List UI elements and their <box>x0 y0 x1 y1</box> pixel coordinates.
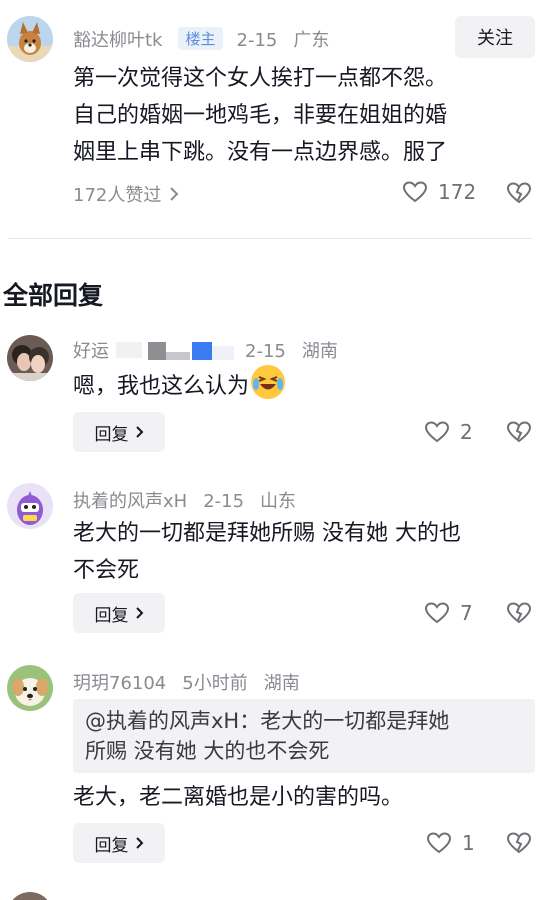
couple-photo-avatar-icon <box>7 335 53 381</box>
reply2-text-line: 不会死 <box>73 558 140 583</box>
dog-avatar-icon <box>7 16 53 62</box>
broken-heart-icon <box>506 182 532 204</box>
comment1-text-line: 姻里上串下跳。没有一点边界感。服了 <box>73 140 448 165</box>
reply2-text: 老大的一切都是拜她所赐 没有她 大的也 不会死 <box>73 515 461 589</box>
purple-mascot-avatar-icon <box>7 483 53 529</box>
reply3-region: 湖南 <box>263 673 300 694</box>
reply2-region: 山东 <box>260 491 297 512</box>
reply-label: 回复 <box>94 605 129 626</box>
reply1-dislike-button[interactable] <box>506 420 532 448</box>
reply2-date: 2-15 <box>203 491 245 512</box>
reply3-reply-button[interactable]: 回复 <box>73 823 165 863</box>
reply3-text: 老大，老二离婚也是小的害的吗。 <box>73 779 403 816</box>
comment1-text-line: 第一次觉得这个女人挨打一点都不怨。 <box>73 66 448 91</box>
reply1-region: 湖南 <box>301 341 338 362</box>
likes-summary-link[interactable]: 172人赞过 <box>73 181 179 207</box>
avatar-comment1[interactable] <box>7 16 53 62</box>
chevron-right-icon <box>135 837 143 849</box>
reply1-date: 2-15 <box>245 341 286 362</box>
reply2-like-count: 7 <box>460 601 473 625</box>
reply2-text-line: 老大的一切都是拜她所赐 没有她 大的也 <box>73 521 461 546</box>
broken-heart-icon <box>506 832 532 854</box>
reply3-username[interactable]: 玥玥76104 <box>73 673 166 694</box>
comment1-text-line: 自己的婚姻一地鸡毛，非要在姐姐的婚 <box>73 103 448 128</box>
comment1-date: 2-15 <box>236 30 278 51</box>
comment1-text: 第一次觉得这个女人挨打一点都不怨。 自己的婚姻一地鸡毛，非要在姐姐的婚 姻里上串… <box>73 60 447 171</box>
reply1-meta: 好运 <box>73 337 109 363</box>
comment1-like-count: 172 <box>438 180 477 204</box>
section-title: 全部回复 <box>3 281 104 310</box>
reply3-date: 5小时前 <box>182 673 248 694</box>
chevron-right-icon <box>135 426 143 438</box>
avatar-reply2[interactable] <box>7 483 53 529</box>
chevron-right-icon <box>170 187 179 201</box>
blurred-username-area <box>116 338 236 362</box>
laughing-crying-emoji-icon <box>251 365 286 399</box>
comment1-region: 广东 <box>293 30 330 51</box>
divider <box>8 238 532 239</box>
puppy-avatar-icon <box>7 665 53 711</box>
broken-heart-icon <box>506 421 532 443</box>
broken-heart-icon <box>506 602 532 624</box>
reply2-like-button[interactable]: 7 <box>424 601 473 625</box>
heart-icon <box>424 602 450 624</box>
reply-label: 回复 <box>94 424 129 445</box>
heart-icon <box>426 832 452 854</box>
reply1-like-count: 2 <box>460 420 473 444</box>
reply2-reply-button[interactable]: 回复 <box>73 593 165 633</box>
reply1-meta-right: 2-15 湖南 <box>245 337 354 363</box>
follow-button[interactable]: 关注 <box>455 16 535 58</box>
op-badge: 楼主 <box>178 27 223 50</box>
likes-summary-text: 172人赞过 <box>73 185 162 206</box>
avatar-reply1[interactable] <box>7 335 53 381</box>
avatar-reply3[interactable] <box>7 665 53 711</box>
chevron-right-icon <box>135 607 143 619</box>
comment1-dislike-button[interactable] <box>506 181 532 209</box>
reply3-like-count: 1 <box>462 831 475 855</box>
reply3-text-content: 老大，老二离婚也是小的害的吗。 <box>73 785 404 810</box>
reply3-meta: 玥玥76104 5小时前 湖南 <box>73 669 316 695</box>
heart-icon <box>402 181 428 203</box>
reply3-dislike-button[interactable] <box>506 831 532 859</box>
reply1-text-content: 嗯，我也这么认为 <box>73 374 250 399</box>
reply1-like-button[interactable]: 2 <box>424 420 473 444</box>
reply1-username[interactable]: 好运 <box>73 341 109 362</box>
comment1-like-button[interactable]: 172 <box>402 180 476 204</box>
reply1-reply-button[interactable]: 回复 <box>73 412 165 452</box>
reply2-username[interactable]: 执着的风声xH <box>73 491 187 512</box>
quoted-reply-line: 所赐 没有她 大的也不会死 <box>85 739 330 763</box>
reply2-dislike-button[interactable] <box>506 601 532 629</box>
reply-label: 回复 <box>94 835 129 856</box>
heart-icon <box>424 421 450 443</box>
quoted-reply-line: @执着的风声xH：老大的一切都是拜她 <box>85 709 450 733</box>
reply2-meta: 执着的风声xH 2-15 山东 <box>73 487 312 513</box>
quoted-reply: @执着的风声xH：老大的一切都是拜她 所赐 没有她 大的也不会死 <box>73 699 535 773</box>
comment1-meta: 豁达柳叶tk 楼主 2-15 广东 <box>73 26 345 52</box>
blur-mosaic-icon <box>116 342 234 360</box>
reply3-like-button[interactable]: 1 <box>426 831 475 855</box>
reply1-text: 嗯，我也这么认为 <box>73 365 286 405</box>
comment1-username[interactable]: 豁达柳叶tk <box>73 30 162 51</box>
avatar-next-comment-partial[interactable] <box>7 892 53 900</box>
